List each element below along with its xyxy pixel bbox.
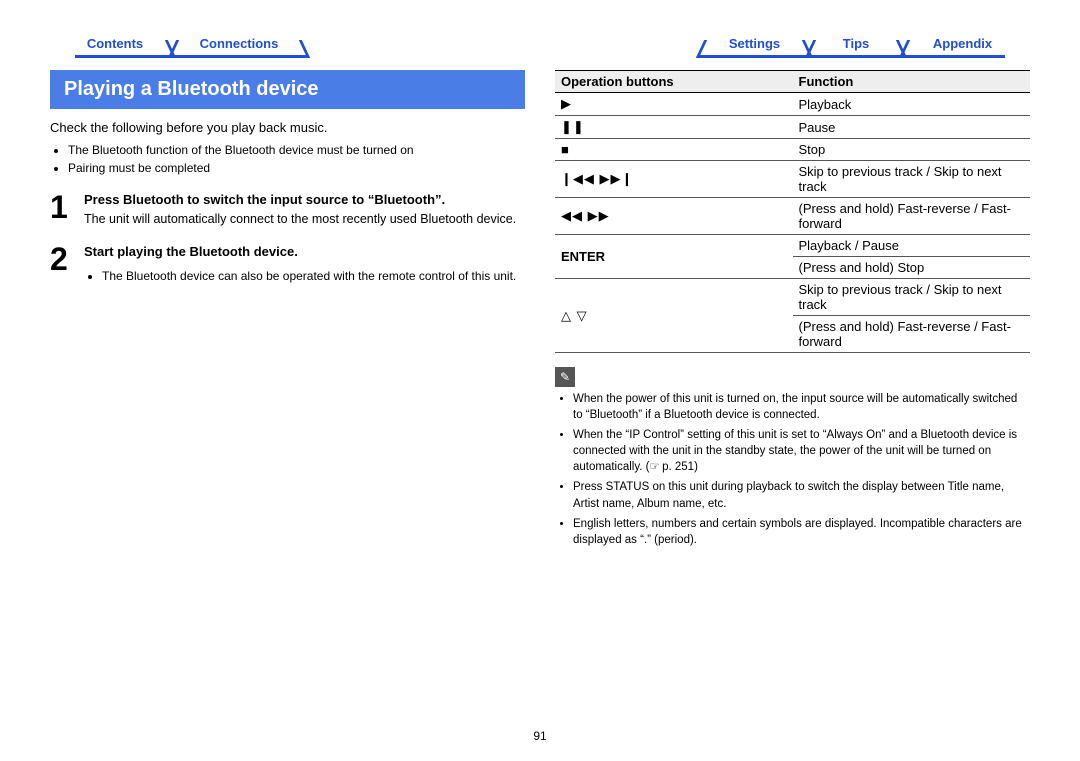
- op-button-cell: ◀◀ ▶▶: [555, 198, 793, 235]
- main-columns: Playing a Bluetooth device Check the fol…: [0, 58, 1080, 552]
- op-button-cell: △ ▽: [555, 279, 793, 353]
- table-row: ▶Playback: [555, 93, 1030, 116]
- note-item: Press STATUS on this unit during playbac…: [573, 479, 1030, 511]
- tab-contents[interactable]: Contents: [75, 36, 155, 58]
- col-function: Function: [793, 71, 1031, 93]
- tab-appendix[interactable]: Appendix: [920, 36, 1005, 58]
- step-2: 2 Start playing the Bluetooth device. Th…: [50, 243, 525, 297]
- op-function-cell: Pause: [793, 116, 1031, 139]
- note-item: When the power of this unit is turned on…: [573, 391, 1030, 423]
- tab-settings[interactable]: Settings: [717, 36, 792, 58]
- op-function-cell: Stop: [793, 139, 1031, 161]
- intro-bullet: Pairing must be completed: [68, 159, 525, 177]
- op-function-cell: Skip to previous track / Skip to next tr…: [793, 161, 1031, 198]
- step-1: 1 Press Bluetooth to switch the input so…: [50, 191, 525, 229]
- op-button-cell: ■: [555, 139, 793, 161]
- page-number: 91: [0, 729, 1080, 743]
- col-operation-buttons: Operation buttons: [555, 71, 793, 93]
- intro-bullet: The Bluetooth function of the Bluetooth …: [68, 141, 525, 159]
- op-function-cell: Skip to previous track / Skip to next tr…: [793, 279, 1031, 316]
- step-1-title: Press Bluetooth to switch the input sour…: [84, 191, 516, 209]
- table-row: △ ▽Skip to previous track / Skip to next…: [555, 279, 1030, 316]
- table-row: ❙◀◀ ▶▶❙Skip to previous track / Skip to …: [555, 161, 1030, 198]
- op-function-cell: Playback / Pause: [793, 235, 1031, 257]
- table-row: ■Stop: [555, 139, 1030, 161]
- tab-tips[interactable]: Tips: [826, 36, 886, 58]
- table-row: ENTERPlayback / Pause: [555, 235, 1030, 257]
- op-function-cell: Playback: [793, 93, 1031, 116]
- top-nav: Contents Connections Settings Tips Appen…: [0, 0, 1080, 58]
- op-function-cell: (Press and hold) Stop: [793, 257, 1031, 279]
- note-item: English letters, numbers and certain sym…: [573, 516, 1030, 548]
- operation-table: Operation buttons Function ▶Playback❚❚Pa…: [555, 70, 1030, 353]
- right-column: Operation buttons Function ▶Playback❚❚Pa…: [555, 70, 1030, 552]
- table-row: ❚❚Pause: [555, 116, 1030, 139]
- intro-text: Check the following before you play back…: [50, 119, 525, 137]
- note-item: When the “IP Control” setting of this un…: [573, 427, 1030, 475]
- tab-connections[interactable]: Connections: [189, 36, 289, 58]
- step-number: 1: [50, 191, 84, 229]
- op-function-cell: (Press and hold) Fast-reverse / Fast-for…: [793, 316, 1031, 353]
- table-row: ◀◀ ▶▶(Press and hold) Fast-reverse / Fas…: [555, 198, 1030, 235]
- step-2-title: Start playing the Bluetooth device.: [84, 243, 516, 261]
- op-function-cell: (Press and hold) Fast-reverse / Fast-for…: [793, 198, 1031, 235]
- intro-bullets: The Bluetooth function of the Bluetooth …: [50, 141, 525, 177]
- step-1-desc: The unit will automatically connect to t…: [84, 211, 516, 229]
- op-button-cell: ENTER: [555, 235, 793, 279]
- op-button-cell: ❙◀◀ ▶▶❙: [555, 161, 793, 198]
- step-2-bullet: The Bluetooth device can also be operate…: [102, 267, 516, 285]
- op-button-cell: ▶: [555, 93, 793, 116]
- note-icon: ✎: [555, 367, 575, 387]
- step-number: 2: [50, 243, 84, 297]
- left-column: Playing a Bluetooth device Check the fol…: [50, 70, 525, 552]
- section-title: Playing a Bluetooth device: [50, 70, 525, 109]
- op-button-cell: ❚❚: [555, 116, 793, 139]
- notes-list: When the power of this unit is turned on…: [555, 391, 1030, 548]
